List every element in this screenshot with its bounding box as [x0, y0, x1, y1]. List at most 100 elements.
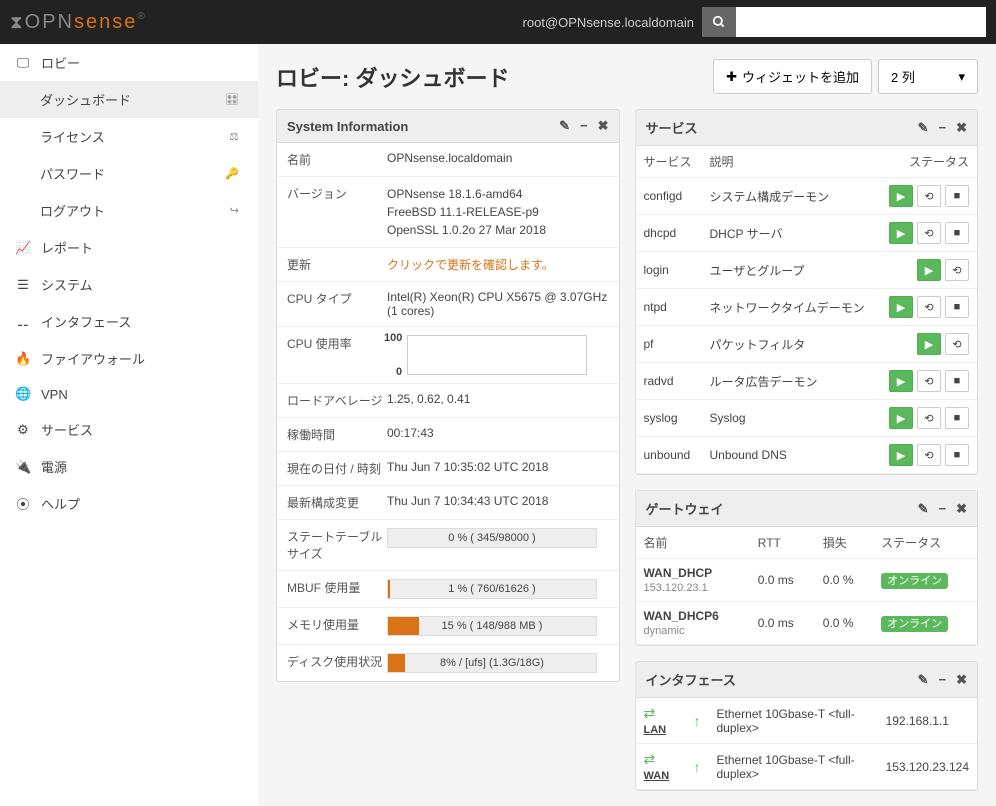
search-input[interactable] [736, 7, 986, 37]
restart-button[interactable]: ⟲ [917, 370, 941, 392]
if-desc: Ethernet 10Gbase-T <full-duplex> [709, 698, 878, 744]
minimize-icon[interactable]: − [580, 118, 588, 134]
widget-interfaces: インタフェース ✎−✖ ⇄LAN ↑ Ethernet 10Gbase-T <f… [635, 661, 979, 791]
col-header: ステータス [878, 146, 977, 178]
life-ring-icon: ⦿ [15, 494, 31, 513]
close-icon[interactable]: ✖ [956, 672, 967, 688]
service-name: syslog [636, 400, 702, 437]
close-icon[interactable]: ✖ [956, 120, 967, 136]
play-button[interactable]: ▶ [889, 407, 913, 429]
nav-firewall[interactable]: 🔥ファイアウォール [0, 340, 258, 377]
top-bar: ⧗ OPNsense® root@OPNsense.localdomain [0, 0, 996, 44]
nav-help[interactable]: ⦿ヘルプ [0, 485, 258, 522]
play-button[interactable]: ▶ [889, 444, 913, 466]
nav-lobby[interactable]: 🖵ロビー [0, 44, 258, 81]
mbuf-progress: 1 % ( 760/61626 ) [387, 579, 597, 599]
widget-title: インタフェース [646, 670, 918, 689]
stop-button[interactable]: ■ [945, 370, 969, 392]
service-name: radvd [636, 363, 702, 400]
restart-button[interactable]: ⟲ [917, 407, 941, 429]
pencil-icon[interactable]: ✎ [559, 118, 570, 134]
play-button[interactable]: ▶ [889, 185, 913, 207]
restart-button[interactable]: ⟲ [917, 222, 941, 244]
swap-icon: ⇄ [644, 705, 656, 721]
columns-select[interactable]: 2 列▾ [878, 59, 978, 94]
minimize-icon[interactable]: − [939, 672, 947, 688]
service-row: ntpd ネットワークタイムデーモン ▶ ⟲ ■ [636, 289, 978, 326]
if-name[interactable]: ⇄WAN [636, 744, 686, 790]
if-name[interactable]: ⇄LAN [636, 698, 686, 744]
nav-system[interactable]: ☰システム [0, 266, 258, 303]
col-header: サービス [636, 146, 702, 178]
label: ディスク使用状況 [287, 653, 387, 673]
service-name: pf [636, 326, 702, 363]
minimize-icon[interactable]: − [939, 501, 947, 517]
cpu-chart: 100 0 [407, 335, 587, 375]
stop-button[interactable]: ■ [945, 222, 969, 244]
pencil-icon[interactable]: ✎ [918, 501, 929, 517]
play-button[interactable]: ▶ [889, 222, 913, 244]
if-ip: 192.168.1.1 [878, 698, 977, 744]
nav-services[interactable]: ⚙サービス [0, 411, 258, 448]
sidebar: 🖵ロビー ダッシュボード🎛 ライセンス⚖ パスワード🔑 ログアウト↪ 📈レポート… [0, 44, 258, 806]
service-name: dhcpd [636, 215, 702, 252]
label: CPU タイプ [287, 290, 387, 318]
pencil-icon[interactable]: ✎ [918, 120, 929, 136]
interface-row: ⇄WAN ↑ Ethernet 10Gbase-T <full-duplex> … [636, 744, 978, 790]
service-row: unbound Unbound DNS ▶ ⟲ ■ [636, 437, 978, 474]
value: 00:17:43 [387, 426, 609, 443]
play-button[interactable]: ▶ [917, 333, 941, 355]
value: 1.25, 0.62, 0.41 [387, 392, 609, 409]
service-desc: ルータ広告デーモン [701, 363, 878, 400]
caret-down-icon: ▾ [958, 69, 965, 85]
label: MBUF 使用量 [287, 579, 387, 599]
add-widget-button[interactable]: ✚ウィジェットを追加 [713, 59, 872, 94]
restart-button[interactable]: ⟲ [917, 444, 941, 466]
service-desc: DHCP サーバ [701, 215, 878, 252]
stop-button[interactable]: ■ [945, 296, 969, 318]
user-label[interactable]: root@OPNsense.localdomain [523, 15, 694, 30]
widget-gateways: ゲートウェイ ✎−✖ 名前 RTT 損失 ステータス WAN_DHCP153.1… [635, 490, 979, 646]
service-desc: ネットワークタイムデーモン [701, 289, 878, 326]
service-row: dhcpd DHCP サーバ ▶ ⟲ ■ [636, 215, 978, 252]
value: OPNsense 18.1.6-amd64FreeBSD 11.1-RELEAS… [387, 185, 609, 239]
restart-button[interactable]: ⟲ [917, 296, 941, 318]
nav-vpn[interactable]: 🌐VPN [0, 377, 258, 411]
gw-loss: 0.0 % [815, 559, 873, 602]
globe-icon: 🌐 [15, 386, 31, 402]
minimize-icon[interactable]: − [939, 120, 947, 136]
gw-name: WAN_DHCP153.120.23.1 [636, 559, 750, 602]
search-button[interactable] [702, 7, 736, 37]
close-icon[interactable]: ✖ [598, 118, 609, 134]
nav-logout[interactable]: ログアウト↪ [0, 192, 258, 229]
main-content: ロビー: ダッシュボード ✚ウィジェットを追加 2 列▾ System Info… [258, 44, 996, 806]
key-icon: 🔑 [225, 167, 239, 180]
logo[interactable]: ⧗ OPNsense® [10, 11, 147, 34]
nav-license[interactable]: ライセンス⚖ [0, 118, 258, 155]
nav-interfaces[interactable]: ⚋インタフェース [0, 303, 258, 340]
play-button[interactable]: ▶ [889, 370, 913, 392]
gw-rtt: 0.0 ms [750, 559, 815, 602]
state-progress: 0 % ( 345/98000 ) [387, 528, 597, 548]
play-button[interactable]: ▶ [917, 259, 941, 281]
play-button[interactable]: ▶ [889, 296, 913, 318]
restart-button[interactable]: ⟲ [917, 185, 941, 207]
service-desc: パケットフィルタ [701, 326, 878, 363]
nav-report[interactable]: 📈レポート [0, 229, 258, 266]
pencil-icon[interactable]: ✎ [918, 672, 929, 688]
close-icon[interactable]: ✖ [956, 501, 967, 517]
restart-button[interactable]: ⟲ [945, 259, 969, 281]
nav-password[interactable]: パスワード🔑 [0, 155, 258, 192]
mem-progress: 15 % ( 148/988 MB ) [387, 616, 597, 636]
service-desc: Syslog [701, 400, 878, 437]
stop-button[interactable]: ■ [945, 407, 969, 429]
stop-button[interactable]: ■ [945, 444, 969, 466]
label: 最新構成変更 [287, 494, 387, 511]
check-update-link[interactable]: クリックで更新を確認します。 [387, 258, 554, 272]
service-desc: システム構成デーモン [701, 178, 878, 215]
logo-icon: ⧗ [10, 12, 23, 33]
nav-power[interactable]: 🔌電源 [0, 448, 258, 485]
restart-button[interactable]: ⟲ [945, 333, 969, 355]
stop-button[interactable]: ■ [945, 185, 969, 207]
nav-dashboard[interactable]: ダッシュボード🎛 [0, 81, 258, 118]
